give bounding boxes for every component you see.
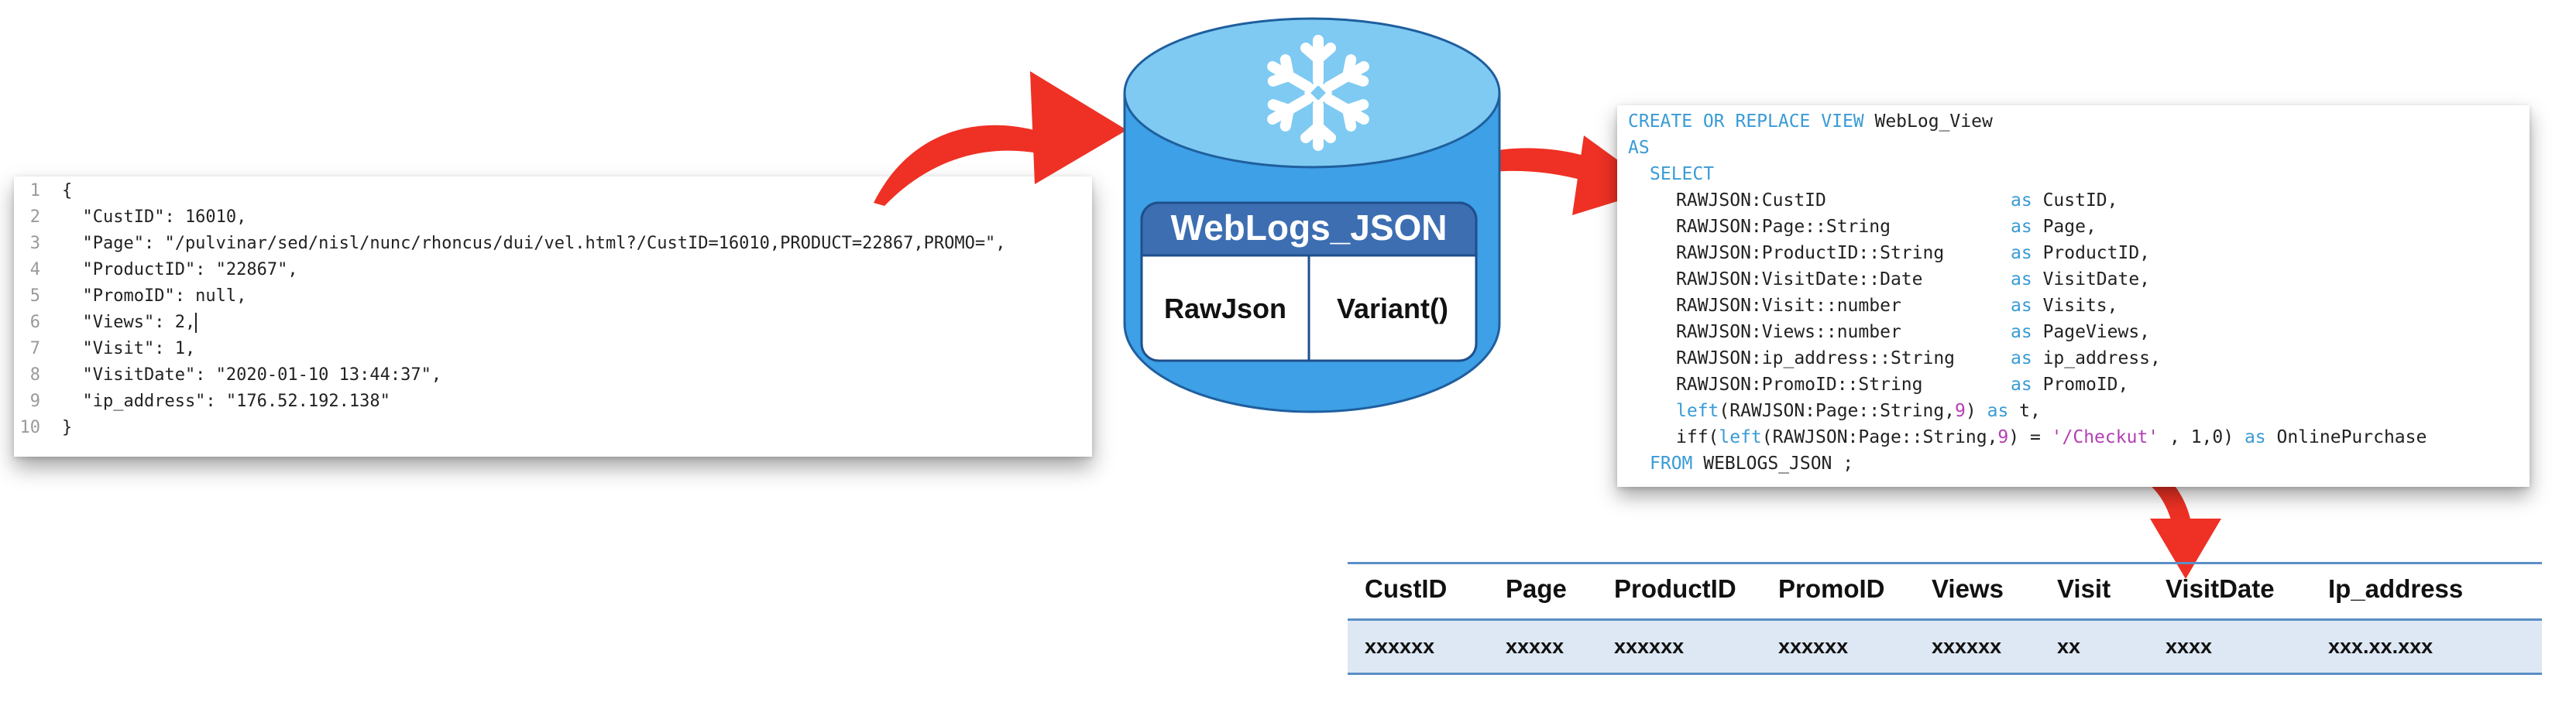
table-header-ip-address: Ip_address: [2328, 574, 2464, 603]
sql-field-alias: as Page,: [2011, 217, 2097, 237]
table-cell-custid: xxxxxx: [1365, 635, 1435, 658]
json-code-panel: 1{ 2 "CustID": 16010, 3 "Page": "/pulvin…: [14, 176, 1092, 457]
json-line-7: 7 "Visit": 1,: [29, 339, 196, 358]
table-header-visitdate: VisitDate: [2166, 574, 2275, 603]
sql-field-expr: RAWJSON:Page::String: [1676, 217, 1891, 237]
sql-line-left: left(RAWJSON:Page::String,9) as t,: [1676, 401, 2041, 421]
sql-field-expr: RAWJSON:Views::number: [1676, 322, 1901, 342]
sql-field-expr: RAWJSON:CustID: [1676, 190, 1826, 211]
sql-field-alias: as VisitDate,: [2011, 269, 2151, 289]
table-header-productid: ProductID: [1614, 574, 1736, 603]
table-top-rule: [1348, 562, 2542, 564]
sql-field-alias: as ip_address,: [2011, 348, 2161, 368]
table-header-views: Views: [1932, 574, 2004, 603]
table-cell-visit: xx: [2057, 635, 2081, 658]
table-cell-visitdate: xxxx: [2166, 635, 2213, 658]
sql-field-alias: as CustID,: [2011, 190, 2118, 211]
sql-field-expr: RAWJSON:PromoID::String: [1676, 375, 1923, 395]
database-title: WebLogs_JSON: [1170, 207, 1448, 248]
sql-line-iff: iff(left(RAWJSON:Page::String,9) = '/Che…: [1676, 427, 2427, 447]
sql-field-alias: as PageViews,: [2011, 322, 2151, 342]
database-column-rawjson: RawJson: [1163, 293, 1287, 324]
sql-field-expr: RAWJSON:VisitDate::Date: [1676, 269, 1923, 289]
sql-field-alias: as PromoID,: [2011, 375, 2129, 395]
table-header-visit: Visit: [2057, 574, 2111, 603]
json-line-4: 4 "ProductID": "22867",: [29, 260, 298, 279]
sql-field-alias: as ProductID,: [2011, 243, 2151, 263]
json-line-1: 1{: [29, 181, 73, 200]
sql-line-create: CREATE OR REPLACE VIEW WebLog_View: [1628, 111, 1993, 132]
json-line-8: 8 "VisitDate": "2020-01-10 13:44:37",: [29, 365, 442, 385]
table-header-promoid: PromoID: [1778, 574, 1885, 603]
sql-code-panel: CREATE OR REPLACE VIEW WebLog_View AS SE…: [1617, 105, 2530, 487]
sql-line-from: FROM WEBLOGS_JSON ;: [1650, 454, 1854, 474]
text-caret: [195, 313, 197, 333]
database-column-variant: Variant(): [1336, 293, 1449, 324]
json-line-2: 2 "CustID": 16010,: [29, 207, 247, 227]
sql-line-as: AS: [1628, 138, 1650, 158]
sql-field-expr: RAWJSON:ip_address::String: [1676, 348, 1956, 368]
table-cell-ip-address: xxx.xx.xxx: [2328, 635, 2433, 658]
table-header-custid: CustID: [1365, 574, 1448, 603]
json-line-3: 3 "Page": "/pulvinar/sed/nisl/nunc/rhonc…: [29, 234, 1006, 253]
snowflake-icon: [1267, 35, 1369, 151]
table-cell-productid: xxxxxx: [1614, 635, 1685, 658]
sql-field-alias: as Visits,: [2011, 296, 2118, 316]
sql-field-expr: RAWJSON:ProductID::String: [1676, 243, 1945, 263]
table-cell-page: xxxxx: [1506, 635, 1564, 658]
table-header-page: Page: [1506, 574, 1567, 603]
table-bottom-rule: [1348, 673, 2542, 675]
sql-field-expr: RAWJSON:Visit::number: [1676, 296, 1901, 316]
json-line-5: 5 "PromoID": null,: [29, 286, 247, 306]
json-line-6: 6 "Views": 2,: [29, 313, 197, 333]
json-line-10: 10}: [19, 418, 73, 437]
table-header-rule: [1348, 618, 2542, 621]
json-line-9: 9 "ip_address": "176.52.192.138": [29, 392, 390, 411]
table-cell-promoid: xxxxxx: [1778, 635, 1849, 658]
table-cell-views: xxxxxx: [1932, 635, 2002, 658]
sql-line-select: SELECT: [1650, 164, 1715, 184]
